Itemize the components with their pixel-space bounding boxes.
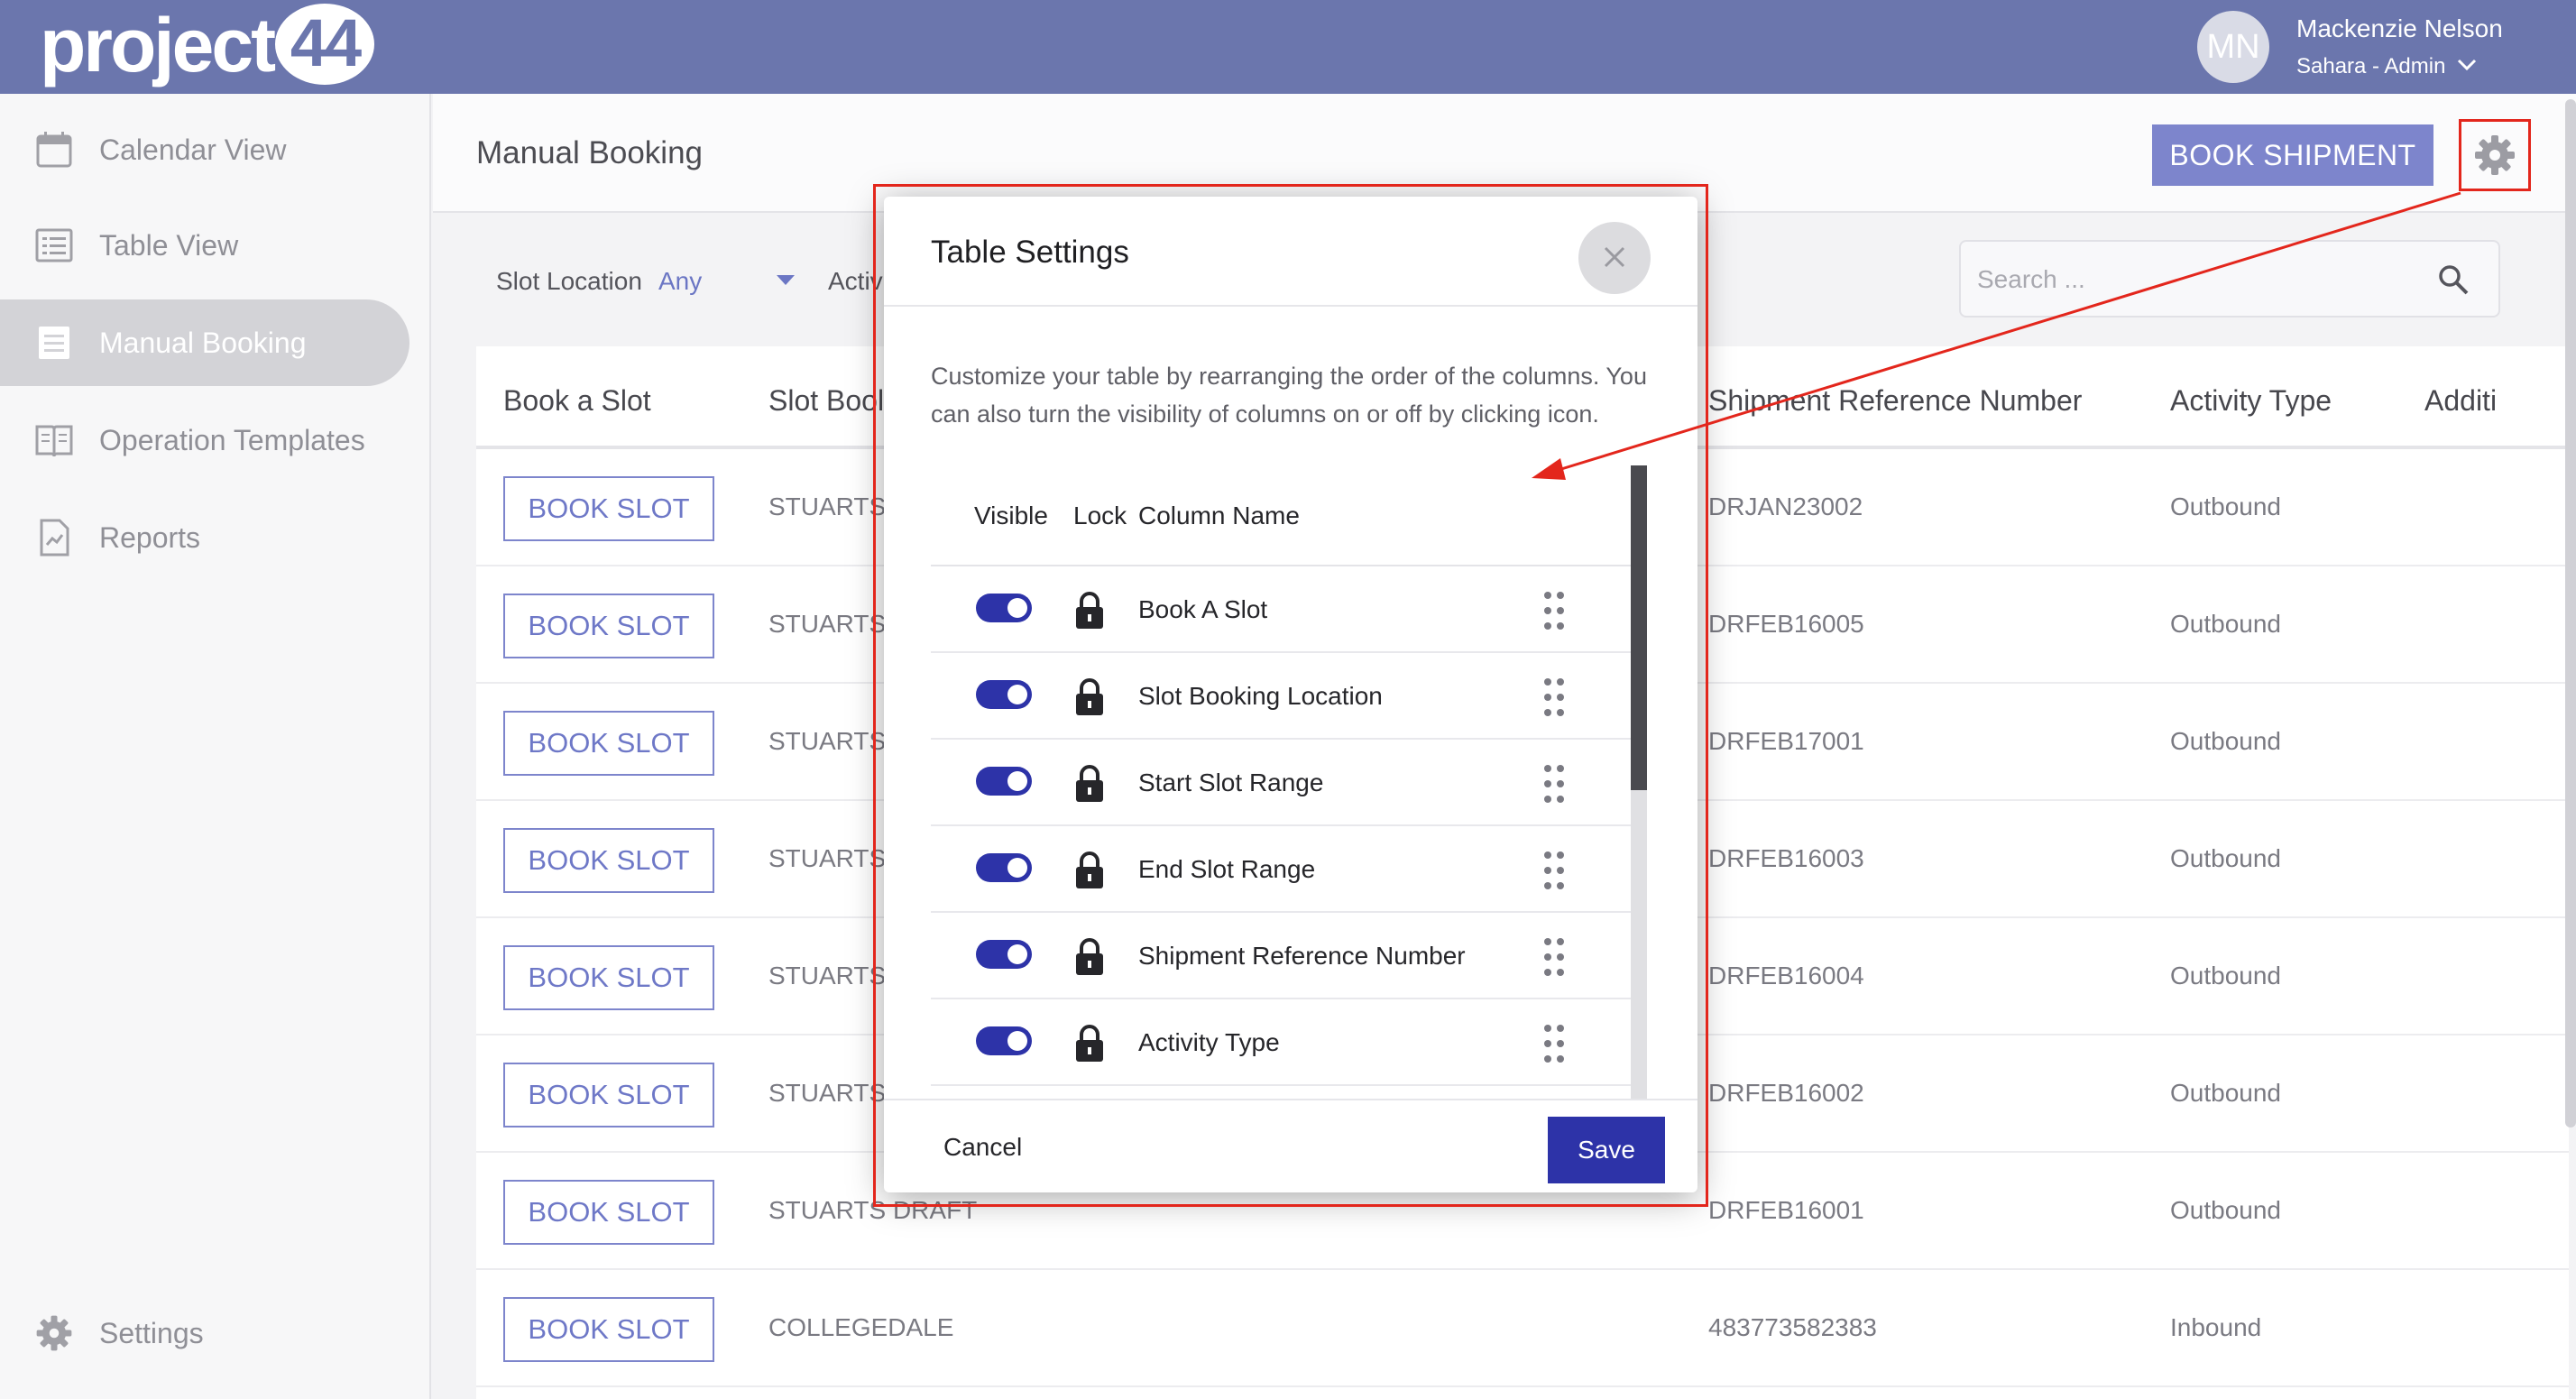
chevron-down-icon[interactable] [2455, 54, 2479, 76]
shipment-ref-cell: DRFEB16005 [1708, 610, 1864, 638]
book-slot-button[interactable]: BOOK SLOT [503, 1180, 714, 1245]
slot-location-cell: STUARTS [768, 610, 887, 638]
sidebar-item-manual-booking[interactable]: Manual Booking [0, 299, 409, 386]
table-settings-button[interactable] [2459, 119, 2531, 191]
sidebar-item-label: Operation Templates [99, 423, 365, 456]
sidebar: Calendar View Table View Manual Booking … [0, 94, 431, 1399]
slot-location-cell: STUARTS [768, 492, 887, 520]
shipment-ref-cell: 483773582383 [1708, 1313, 1877, 1341]
book-icon [35, 425, 73, 457]
app-root: project 44 MN Mackenzie Nelson Sahara - A… [0, 0, 2576, 1399]
slot-location-filter-value[interactable]: Any [658, 267, 702, 296]
column-header[interactable]: Book a Slot [503, 384, 651, 418]
sidebar-item-label: Table View [99, 228, 239, 262]
table-row: BOOK SLOT COLLEGEDALE 483773582383 Inbou… [476, 1270, 2569, 1387]
activity-type-cell: Outbound [2170, 610, 2281, 638]
sidebar-item-operation-templates[interactable]: Operation Templates [0, 397, 409, 483]
search-icon[interactable] [2435, 262, 2471, 298]
book-slot-button[interactable]: BOOK SLOT [503, 1063, 714, 1127]
user-name[interactable]: Mackenzie Nelson [2296, 14, 2503, 43]
user-role[interactable]: Sahara - Admin [2296, 54, 2445, 79]
caret-down-icon[interactable] [776, 274, 796, 287]
activity-type-cell: Outbound [2170, 727, 2281, 755]
book-slot-button[interactable]: BOOK SLOT [503, 1297, 714, 1362]
page-title: Manual Booking [476, 135, 703, 170]
sidebar-item-label: Calendar View [99, 133, 287, 166]
book-shipment-button[interactable]: BOOK SHIPMENT [2152, 124, 2433, 186]
book-slot-button[interactable]: BOOK SLOT [503, 945, 714, 1010]
slot-location-cell: COLLEGEDALE [768, 1313, 954, 1341]
activity-type-cell: Inbound [2170, 1313, 2262, 1341]
column-header[interactable]: Additi [2424, 384, 2497, 418]
sidebar-item-reports[interactable]: Reports [0, 494, 409, 581]
logo-number: 44 [275, 4, 375, 85]
sidebar-item-settings[interactable]: Settings [0, 1290, 409, 1376]
activity-type-cell: Outbound [2170, 962, 2281, 989]
slot-location-cell: STUARTS [768, 962, 887, 989]
search-input[interactable] [1977, 260, 2428, 299]
column-header[interactable]: Activity Type [2170, 384, 2332, 418]
shipment-ref-cell: DRFEB17001 [1708, 727, 1864, 755]
sidebar-item-calendar-view[interactable]: Calendar View [0, 106, 409, 193]
shipment-ref-cell: DRFEB16001 [1708, 1196, 1864, 1224]
gear-icon [36, 1315, 72, 1351]
shipment-ref-cell: DRJAN23002 [1708, 492, 1863, 520]
book-slot-button[interactable]: BOOK SLOT [503, 828, 714, 893]
column-header[interactable]: Shipment Reference Number [1708, 384, 2082, 418]
book-slot-button[interactable]: BOOK SLOT [503, 711, 714, 776]
sidebar-item-label: Manual Booking [99, 326, 307, 359]
slot-location-cell: STUARTS [768, 727, 887, 755]
logo-text: project [40, 3, 276, 87]
list-icon [35, 228, 73, 262]
report-icon [40, 519, 69, 557]
slot-location-cell: STUARTS [768, 1079, 887, 1107]
avatar[interactable]: MN [2197, 11, 2269, 83]
calendar-icon [36, 132, 72, 168]
sidebar-item-table-view[interactable]: Table View [0, 202, 409, 289]
annotation-highlight-box [873, 184, 1708, 1207]
column-header[interactable]: Slot Bool [768, 384, 884, 418]
page-scrollbar[interactable] [2565, 99, 2576, 1127]
gear-icon [2475, 135, 2515, 175]
book-slot-button[interactable]: BOOK SLOT [503, 476, 714, 541]
sidebar-item-label: Reports [99, 520, 201, 554]
logo[interactable]: project 44 [40, 3, 375, 90]
book-slot-button[interactable]: BOOK SLOT [503, 594, 714, 658]
shipment-ref-cell: DRFEB16002 [1708, 1079, 1864, 1107]
document-list-icon [39, 327, 69, 359]
slot-location-filter-label: Slot Location [496, 267, 642, 295]
activity-type-cell: Outbound [2170, 844, 2281, 872]
top-bar: project 44 MN Mackenzie Nelson Sahara - A… [0, 0, 2576, 94]
sidebar-item-label: Settings [99, 1316, 204, 1349]
shipment-ref-cell: DRFEB16004 [1708, 962, 1864, 989]
activity-type-cell: Outbound [2170, 1079, 2281, 1107]
search-box [1959, 240, 2500, 318]
shipment-ref-cell: DRFEB16003 [1708, 844, 1864, 872]
activity-type-cell: Outbound [2170, 492, 2281, 520]
slot-location-cell: STUARTS [768, 844, 887, 872]
activity-type-cell: Outbound [2170, 1196, 2281, 1224]
